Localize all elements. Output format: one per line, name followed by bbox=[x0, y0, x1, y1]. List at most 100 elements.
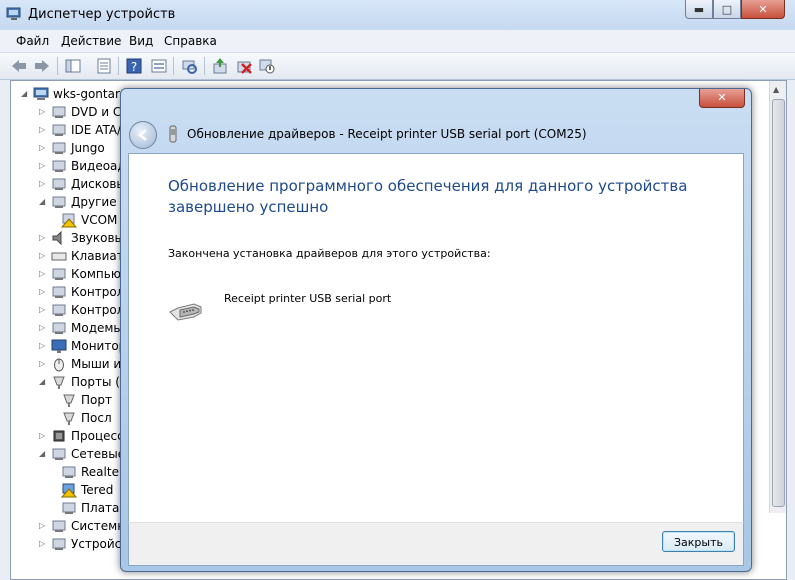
speaker-icon bbox=[52, 230, 62, 246]
serial-connector-icon bbox=[169, 303, 202, 321]
expand-arrow-icon[interactable]: ▷ bbox=[39, 233, 47, 242]
dialog-title: Обновление драйверов - Receipt printer U… bbox=[187, 127, 587, 141]
expand-arrow-icon[interactable]: ▷ bbox=[39, 269, 47, 278]
serial-port-icon bbox=[169, 125, 177, 143]
tree-item-label: Системн bbox=[71, 519, 126, 533]
properties-icon[interactable] bbox=[95, 57, 113, 75]
dialog-footer: Закрыть bbox=[128, 522, 744, 566]
main-instruction: Обновление программного обеспечения для … bbox=[168, 177, 688, 216]
expand-arrow-icon[interactable]: ▷ bbox=[39, 323, 47, 332]
keyboard-icon bbox=[51, 252, 67, 261]
modem-icon bbox=[52, 322, 66, 334]
uninstall-device-icon[interactable] bbox=[235, 57, 253, 75]
network-card-icon bbox=[62, 502, 76, 514]
tree-item-label: Порт bbox=[81, 393, 112, 407]
display-adapter-icon bbox=[52, 160, 66, 172]
expand-arrow-icon[interactable]: ▷ bbox=[39, 251, 47, 260]
tree-root-label: wks-gontar bbox=[53, 87, 120, 101]
computer-root-icon bbox=[33, 87, 49, 100]
usb-controller-icon bbox=[52, 286, 66, 298]
expand-arrow-icon[interactable]: ◢ bbox=[39, 197, 47, 206]
device-manager-icon bbox=[6, 7, 21, 20]
expand-arrow-icon[interactable]: ▷ bbox=[39, 179, 47, 188]
collapse-arrow-icon[interactable]: ◢ bbox=[21, 89, 29, 98]
tree-item-label: Realte bbox=[81, 465, 119, 479]
window-controls: ▬ □ ✕ bbox=[685, 0, 785, 19]
ide-controller-icon bbox=[52, 124, 66, 136]
show-hide-tree-icon[interactable] bbox=[64, 57, 82, 75]
window-title: Диспетчер устройств bbox=[28, 7, 176, 22]
tree-item-label: Монитор bbox=[71, 339, 127, 353]
back-arrow-icon[interactable] bbox=[10, 57, 28, 75]
svg-text:?: ? bbox=[131, 60, 137, 74]
dialog-back-button[interactable] bbox=[129, 121, 157, 149]
expand-arrow-icon[interactable]: ▷ bbox=[39, 125, 47, 134]
title-bar[interactable]: Диспетчер устройств ▬ □ ✕ bbox=[0, 0, 795, 30]
disable-device-icon[interactable] bbox=[258, 57, 276, 75]
forward-arrow-icon[interactable] bbox=[33, 57, 51, 75]
close-button[interactable]: ✕ bbox=[741, 0, 785, 19]
dvd-drive-icon bbox=[52, 106, 66, 118]
maximize-button[interactable]: □ bbox=[713, 0, 741, 19]
hid-device-icon bbox=[52, 538, 66, 550]
expand-arrow-icon[interactable]: ◢ bbox=[39, 377, 47, 386]
menu-view[interactable]: Вид bbox=[129, 34, 153, 48]
dialog-close-action-button[interactable]: Закрыть bbox=[662, 531, 735, 552]
scroll-thumb[interactable] bbox=[772, 99, 785, 507]
help-icon[interactable]: ? bbox=[125, 57, 143, 75]
vertical-scrollbar[interactable]: ▲ bbox=[769, 81, 786, 513]
processor-icon bbox=[53, 430, 65, 442]
computer-icon bbox=[52, 268, 66, 280]
tree-item-label: Звуковы bbox=[71, 231, 125, 245]
tree-item-label: Посл bbox=[81, 411, 112, 425]
tree-item-label: Tered bbox=[81, 483, 114, 497]
expand-arrow-icon[interactable]: ▷ bbox=[39, 539, 47, 548]
expand-arrow-icon[interactable]: ▷ bbox=[39, 143, 47, 152]
device-name: Receipt printer USB serial port bbox=[224, 292, 392, 305]
menu-file[interactable]: Файл bbox=[16, 34, 49, 48]
expand-arrow-icon[interactable]: ▷ bbox=[39, 161, 47, 170]
console-view-icon[interactable] bbox=[150, 57, 168, 75]
completion-text: Закончена установка драйверов для этого … bbox=[168, 247, 491, 260]
expand-arrow-icon[interactable]: ◢ bbox=[39, 449, 47, 458]
expand-arrow-icon[interactable]: ▷ bbox=[39, 305, 47, 314]
tree-item-label: Модемы bbox=[71, 321, 123, 335]
network-adapter-icon bbox=[52, 448, 66, 460]
scroll-up-icon[interactable]: ▲ bbox=[773, 85, 779, 94]
network-card-icon bbox=[62, 466, 76, 478]
scan-hardware-icon[interactable] bbox=[180, 57, 198, 75]
menu-bar: Файл Действие Вид Справка bbox=[0, 30, 795, 53]
warning-device-icon bbox=[61, 213, 77, 228]
tree-root[interactable]: ◢ wks-gontar bbox=[21, 85, 121, 103]
mouse-icon bbox=[54, 358, 64, 372]
disk-drive-icon bbox=[52, 178, 66, 190]
minimize-button[interactable]: ▬ bbox=[685, 0, 713, 19]
tree-item-label: Jungo bbox=[71, 141, 105, 155]
expand-arrow-icon[interactable]: ▷ bbox=[39, 521, 47, 530]
ports-icon bbox=[53, 376, 65, 389]
update-driver-dialog: ✕ Обновление драйверов - Receipt printer… bbox=[120, 88, 752, 572]
dialog-content: Обновление программного обеспечения для … bbox=[128, 153, 744, 523]
toolbar: ? bbox=[0, 53, 795, 80]
tree-item-label: Мыши и bbox=[71, 357, 122, 371]
menu-help[interactable]: Справка bbox=[164, 34, 217, 48]
system-device-icon bbox=[52, 520, 66, 532]
expand-arrow-icon[interactable]: ▷ bbox=[39, 341, 47, 350]
expand-arrow-icon[interactable]: ▷ bbox=[39, 287, 47, 296]
tree-item-label: Дисковы bbox=[71, 177, 126, 191]
update-driver-icon[interactable] bbox=[211, 57, 229, 75]
expand-arrow-icon[interactable]: ▷ bbox=[39, 359, 47, 368]
expand-arrow-icon[interactable]: ▷ bbox=[39, 431, 47, 440]
tree-item-label: Сетевые bbox=[71, 447, 126, 461]
menu-action[interactable]: Действие bbox=[61, 34, 121, 48]
jungo-device-icon bbox=[52, 142, 66, 154]
expand-arrow-icon[interactable]: ▷ bbox=[39, 107, 47, 116]
dialog-close-button[interactable]: ✕ bbox=[699, 89, 745, 108]
port-icon bbox=[63, 412, 75, 425]
back-arrow-icon bbox=[137, 129, 147, 141]
monitor-icon bbox=[51, 339, 67, 353]
network-warning-icon bbox=[61, 483, 77, 498]
storage-controller-icon bbox=[52, 304, 66, 316]
port-icon bbox=[63, 394, 75, 407]
unknown-device-icon bbox=[52, 196, 66, 208]
